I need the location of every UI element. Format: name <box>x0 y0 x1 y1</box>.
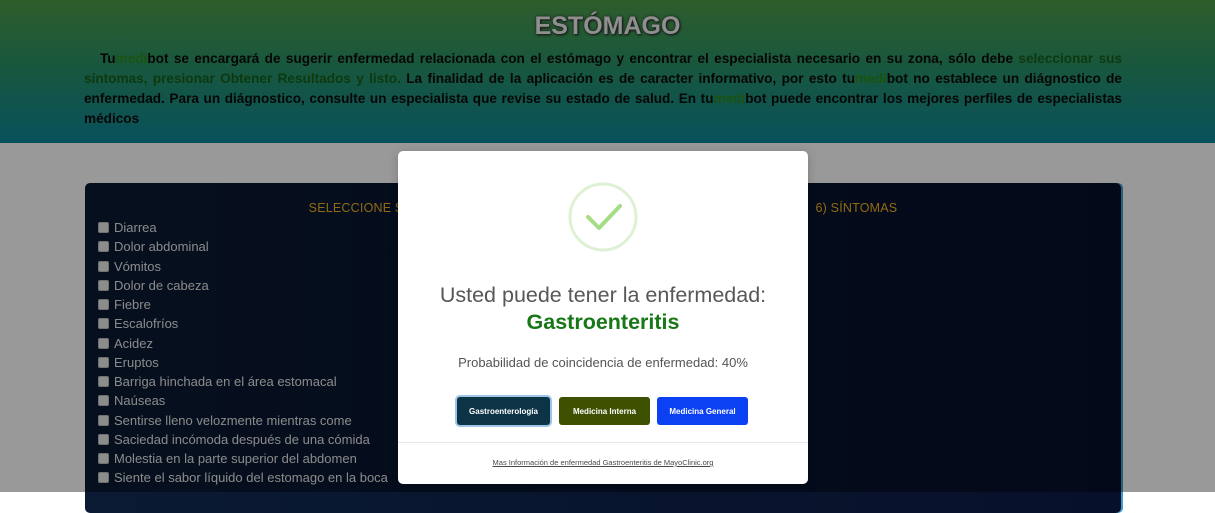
modal-footer-divider <box>398 442 808 443</box>
gastroenterologia-button[interactable]: Gastroenterología <box>457 397 550 425</box>
result-title-text: Usted puede tener la enfermedad: <box>439 283 767 307</box>
mayoclinic-info-link[interactable]: Mas Información de enfermedad Gastroente… <box>398 458 808 467</box>
page: ESTÓMAGO Tumedibot se encargará de suger… <box>0 0 1215 513</box>
medicina-general-button[interactable]: Medicina General <box>657 397 748 425</box>
probability-text: Probabilidad de coincidencia de enfermed… <box>458 355 748 370</box>
result-modal: Usted puede tener la enfermedad: Gastroe… <box>398 151 808 484</box>
disease-name: Gastroenteritis <box>526 310 680 334</box>
medicina-interna-button[interactable]: Medicina Interna <box>559 397 650 425</box>
success-check-icon <box>568 182 638 252</box>
result-title: Usted puede tener la enfermedad: Gastroe… <box>398 282 808 336</box>
